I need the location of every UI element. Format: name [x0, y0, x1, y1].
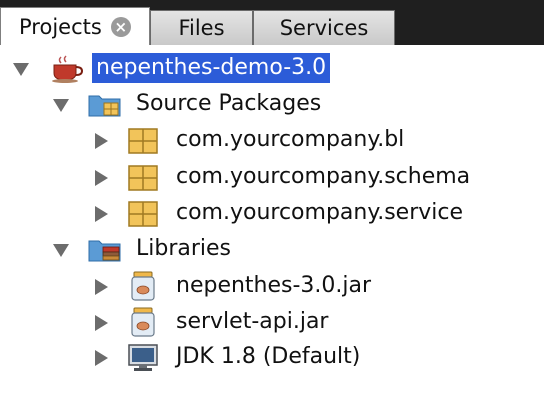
tree-node-package[interactable]: com.yourcompany.bl: [0, 125, 544, 157]
source-folder-icon: [88, 95, 121, 117]
close-icon[interactable]: ×: [110, 16, 131, 37]
libraries-folder-icon: [88, 240, 121, 262]
collapse-toggle-icon[interactable]: [95, 206, 108, 222]
tab-files-label: Files: [178, 16, 225, 40]
tree-node-jar[interactable]: nepenthes-3.0.jar: [0, 271, 544, 303]
coffee-cup-project-icon: [52, 55, 84, 83]
collapse-toggle-icon[interactable]: [95, 133, 108, 149]
tree-node-source-packages[interactable]: Source Packages: [0, 89, 544, 121]
jdk-label: JDK 1.8 (Default): [176, 344, 361, 369]
jar-label: servlet-api.jar: [176, 309, 329, 334]
jdk-monitor-icon: [128, 344, 158, 371]
collapse-toggle-icon[interactable]: [95, 279, 108, 295]
package-label: com.yourcompany.schema: [176, 164, 471, 189]
tab-services-label: Services: [279, 16, 369, 40]
jar-icon: [131, 271, 155, 301]
collapse-toggle-icon[interactable]: [95, 350, 108, 366]
tab-projects-label: Projects: [19, 14, 102, 39]
package-label: com.yourcompany.bl: [176, 127, 405, 152]
expand-toggle-icon[interactable]: [53, 99, 69, 112]
jar-icon: [131, 307, 155, 337]
tree-node-package[interactable]: com.yourcompany.service: [0, 198, 544, 230]
tab-projects[interactable]: Projects ×: [0, 7, 150, 45]
package-label: com.yourcompany.service: [176, 200, 464, 225]
package-icon: [128, 165, 158, 191]
expand-toggle-icon[interactable]: [53, 244, 69, 257]
libraries-label: Libraries: [136, 236, 232, 261]
tree-node-libraries[interactable]: Libraries: [0, 234, 544, 266]
source-packages-label: Source Packages: [136, 91, 322, 116]
tree-node-jar[interactable]: servlet-api.jar: [0, 307, 544, 339]
collapse-toggle-icon[interactable]: [95, 315, 108, 331]
expand-toggle-icon[interactable]: [13, 63, 29, 76]
package-icon: [128, 201, 158, 227]
tree-node-project[interactable]: nepenthes-demo-3.0: [0, 53, 544, 85]
project-tree: nepenthes-demo-3.0 Source Packages com.y…: [0, 45, 544, 404]
tab-files[interactable]: Files: [150, 10, 253, 45]
jar-label: nepenthes-3.0.jar: [176, 273, 372, 298]
collapse-toggle-icon[interactable]: [95, 170, 108, 186]
tree-node-package[interactable]: com.yourcompany.schema: [0, 162, 544, 194]
tab-services[interactable]: Services: [253, 10, 395, 45]
package-icon: [128, 128, 158, 154]
tab-bar: Projects × Files Services: [0, 0, 544, 45]
project-name: nepenthes-demo-3.0: [92, 53, 331, 83]
tree-node-jdk[interactable]: JDK 1.8 (Default): [0, 342, 544, 374]
